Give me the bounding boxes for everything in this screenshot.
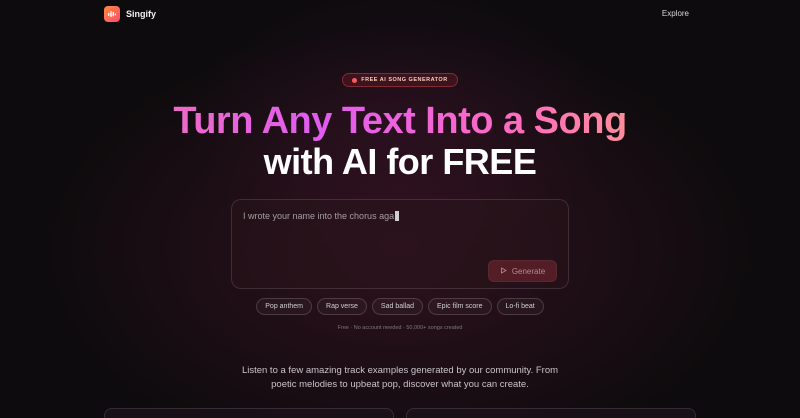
headline-line-1: Turn Any Text Into a Song <box>0 100 800 142</box>
landing-page: Singify Explore FREE AI SONG GENERATOR T… <box>0 0 800 418</box>
chip-sad-ballad[interactable]: Sad ballad <box>371 298 424 315</box>
chip-pop-anthem[interactable]: Pop anthem <box>256 298 313 315</box>
prompt-input[interactable]: I wrote your name into the chorus aga <box>243 211 400 221</box>
headline-line-2: with AI for FREE <box>263 141 537 182</box>
prompt-card: I wrote your name into the chorus aga Ge… <box>231 199 569 289</box>
dot-icon <box>352 77 358 83</box>
sound-wave-icon <box>104 6 120 22</box>
top-nav: Singify Explore <box>0 0 800 28</box>
community-blurb: Listen to a few amazing track examples g… <box>241 365 559 390</box>
style-chips: Pop anthem Rap verse Sad ballad Epic fil… <box>0 298 800 315</box>
explore-link[interactable]: Explore <box>662 9 689 18</box>
track-card[interactable] <box>104 408 394 418</box>
free-note: Free · No account needed · 50,000+ songs… <box>337 325 463 331</box>
chip-lo-fi-beat[interactable]: Lo-fi beat <box>496 298 544 315</box>
text-caret <box>395 211 400 221</box>
badge-text: FREE AI SONG GENERATOR <box>361 77 448 83</box>
prompt-text: I wrote your name into the chorus aga <box>243 211 395 221</box>
brand-name: Singify <box>126 9 157 19</box>
chip-epic-film-score[interactable]: Epic film score <box>428 298 492 315</box>
brand-logo[interactable]: Singify <box>104 6 156 22</box>
generate-button[interactable]: Generate <box>488 260 557 282</box>
play-icon <box>500 267 507 276</box>
hero-headline: Turn Any Text Into a Song with AI for FR… <box>0 100 800 182</box>
chip-rap-verse[interactable]: Rap verse <box>317 298 367 315</box>
track-card[interactable] <box>406 408 696 418</box>
hero-badge: FREE AI SONG GENERATOR <box>342 73 458 87</box>
generate-label: Generate <box>511 266 546 276</box>
